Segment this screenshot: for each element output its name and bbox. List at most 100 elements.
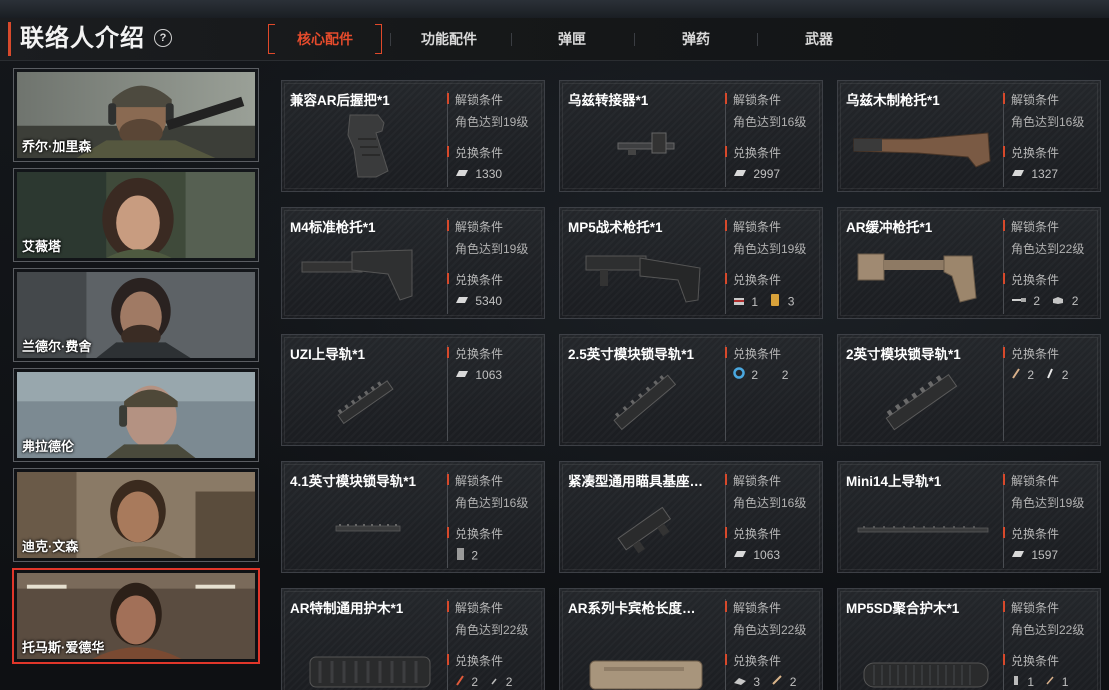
character-card-randall[interactable]: 兰德尔·费舍 bbox=[13, 268, 259, 362]
conditions-panel: 解锁条件 角色达到16级 兑换条件 1063 bbox=[725, 472, 820, 568]
cost-item: 2 bbox=[455, 674, 478, 689]
item-card[interactable]: 乌兹木制枪托*1 解锁条件 角色达到16级 兑换条件 1327 bbox=[837, 80, 1101, 192]
label-marker bbox=[725, 654, 727, 665]
conditions-panel: 解锁条件 角色达到19级 兑换条件 5340 bbox=[447, 218, 542, 314]
item-title: AR特制通用护木*1 bbox=[290, 601, 404, 616]
rail-icon bbox=[570, 363, 718, 441]
cost-item: 5340 bbox=[455, 293, 502, 308]
exchange-label: 兑换条件 bbox=[1003, 271, 1098, 288]
cost-item: 1063 bbox=[455, 367, 502, 382]
label-marker bbox=[725, 474, 727, 485]
item-card[interactable]: AR系列卡宾枪长度… 解锁条件 角色达到22级 兑换条件 3 2 bbox=[559, 588, 823, 690]
cost-item: 2 bbox=[769, 367, 789, 382]
unlock-value: 角色达到16级 bbox=[1011, 115, 1085, 129]
character-list: 乔尔·加里森 艾薇塔 兰德尔·费舍 弗拉德伦 迪克·文森 托马斯·爱德华 bbox=[9, 64, 263, 690]
tab-separator bbox=[390, 33, 391, 46]
item-title: 4.1英寸模块锁导轨*1 bbox=[290, 474, 417, 489]
character-card-dick[interactable]: 迪克·文森 bbox=[13, 468, 259, 562]
cost-item: 3 bbox=[733, 674, 760, 689]
handguard-tube-icon bbox=[848, 617, 996, 690]
unlock-label: 解锁条件 bbox=[725, 472, 820, 489]
item-title: 2英寸模块锁导轨*1 bbox=[846, 347, 961, 362]
item-title: 紧凑型通用瞄具基座… bbox=[568, 474, 703, 489]
clip-icon bbox=[733, 675, 747, 689]
item-title: 乌兹转接器*1 bbox=[568, 93, 649, 108]
item-card[interactable]: M4标准枪托*1 解锁条件 角色达到19级 兑换条件 5340 bbox=[281, 207, 545, 319]
character-name: 艾薇塔 bbox=[22, 239, 62, 254]
character-card-vladlen[interactable]: 弗拉德伦 bbox=[13, 368, 259, 462]
label-marker bbox=[725, 146, 727, 157]
item-card[interactable]: MP5战术枪托*1 解锁条件 角色达到19级 兑换条件 1 3 bbox=[559, 207, 823, 319]
exchange-label: 兑换条件 bbox=[1003, 525, 1098, 542]
exchange-label: 兑换条件 bbox=[447, 652, 542, 669]
barrel-part-icon bbox=[1011, 294, 1027, 308]
character-card-evita[interactable]: 艾薇塔 bbox=[13, 168, 259, 262]
unlock-label: 解锁条件 bbox=[725, 91, 820, 108]
cost-row: 1597 bbox=[1011, 547, 1098, 563]
unlock-label: 解锁条件 bbox=[447, 599, 542, 616]
wire-icon bbox=[1045, 674, 1055, 689]
item-card[interactable]: Mini14上导轨*1 解锁条件 角色达到19级 兑换条件 1597 bbox=[837, 461, 1101, 573]
ingot-icon bbox=[1011, 167, 1025, 181]
rail-icon bbox=[848, 363, 996, 441]
item-card[interactable]: 乌兹转接器*1 解锁条件 角色达到16级 兑换条件 2997 bbox=[559, 80, 823, 192]
help-icon[interactable]: ? bbox=[154, 29, 172, 47]
unlock-label: 解锁条件 bbox=[1003, 599, 1098, 616]
item-card[interactable]: AR缓冲枪托*1 解锁条件 角色达到22级 兑换条件 2 2 bbox=[837, 207, 1101, 319]
exchange-label: 兑换条件 bbox=[447, 144, 542, 161]
label-marker bbox=[1003, 601, 1005, 612]
tactical-stock-icon bbox=[570, 236, 718, 314]
label-marker bbox=[725, 93, 727, 104]
stock-icon bbox=[292, 236, 440, 314]
tube-icon bbox=[1011, 674, 1021, 689]
blank-icon bbox=[769, 368, 775, 382]
tab-magazines[interactable]: 弹匣 bbox=[515, 22, 629, 56]
item-title: 兼容AR后握把*1 bbox=[290, 93, 390, 108]
conditions-panel: 兑换条件 2 2 bbox=[1003, 345, 1098, 441]
top-strip bbox=[0, 0, 1109, 18]
tab-function-parts[interactable]: 功能配件 bbox=[392, 22, 506, 56]
conditions-panel: 解锁条件 角色达到19级 兑换条件 1597 bbox=[1003, 472, 1098, 568]
label-marker bbox=[725, 347, 727, 358]
unlock-value: 角色达到16级 bbox=[455, 496, 529, 510]
ingot-icon bbox=[455, 167, 469, 181]
card-icon bbox=[733, 295, 745, 309]
item-card[interactable]: 2英寸模块锁导轨*1 兑换条件 2 2 bbox=[837, 334, 1101, 446]
tab-weapons[interactable]: 武器 bbox=[762, 22, 876, 56]
plate-icon bbox=[455, 547, 465, 564]
gold-bar-icon bbox=[769, 293, 781, 310]
item-card[interactable]: 2.5英寸模块锁导轨*1 兑换条件 2 2 bbox=[559, 334, 823, 446]
item-card[interactable]: 兼容AR后握把*1 解锁条件 角色达到19级 兑换条件 1330 bbox=[281, 80, 545, 192]
tab-core-parts[interactable]: 核心配件 bbox=[268, 22, 382, 56]
cost-item: 2997 bbox=[733, 166, 780, 181]
title-accent-bar bbox=[8, 22, 11, 56]
label-marker bbox=[447, 527, 449, 538]
cost-item: 2 bbox=[1045, 367, 1068, 382]
cost-row: 1 1 bbox=[1011, 674, 1098, 690]
cost-item: 1327 bbox=[1011, 166, 1058, 181]
item-card[interactable]: MP5SD聚合护木*1 解锁条件 角色达到22级 兑换条件 1 1 bbox=[837, 588, 1101, 690]
item-card[interactable]: UZI上导轨*1 兑换条件 1063 bbox=[281, 334, 545, 446]
exchange-label: 兑换条件 bbox=[725, 345, 820, 362]
item-card[interactable]: 紧凑型通用瞄具基座… 解锁条件 角色达到16级 兑换条件 1063 bbox=[559, 461, 823, 573]
tab-ammo[interactable]: 弹药 bbox=[639, 22, 753, 56]
label-marker bbox=[725, 220, 727, 231]
cost-item: 2 bbox=[1011, 367, 1034, 382]
character-card-joel[interactable]: 乔尔·加里森 bbox=[13, 68, 259, 162]
conditions-panel: 兑换条件 1063 bbox=[447, 345, 542, 441]
character-card-thomas[interactable]: 托马斯·爱德华 bbox=[12, 568, 260, 664]
cost-item: 2 bbox=[489, 674, 512, 689]
unlock-label: 解锁条件 bbox=[725, 218, 820, 235]
conditions-panel: 解锁条件 角色达到22级 兑换条件 1 1 bbox=[1003, 599, 1098, 690]
item-card[interactable]: 4.1英寸模块锁导轨*1 解锁条件 角色达到16级 兑换条件 2 bbox=[281, 461, 545, 573]
exchange-label: 兑换条件 bbox=[725, 525, 820, 542]
conditions-panel: 解锁条件 角色达到22级 兑换条件 2 2 bbox=[1003, 218, 1098, 314]
cost-item: 1597 bbox=[1011, 547, 1058, 562]
conditions-panel: 解锁条件 角色达到16级 兑换条件 2997 bbox=[725, 91, 820, 187]
tab-separator bbox=[757, 33, 758, 46]
unlock-value: 角色达到16级 bbox=[733, 496, 807, 510]
cost-row: 2 2 bbox=[455, 674, 542, 690]
item-card[interactable]: AR特制通用护木*1 解锁条件 角色达到22级 兑换条件 2 2 bbox=[281, 588, 545, 690]
item-title: AR系列卡宾枪长度… bbox=[568, 601, 696, 616]
cost-item: 1 bbox=[733, 294, 758, 309]
